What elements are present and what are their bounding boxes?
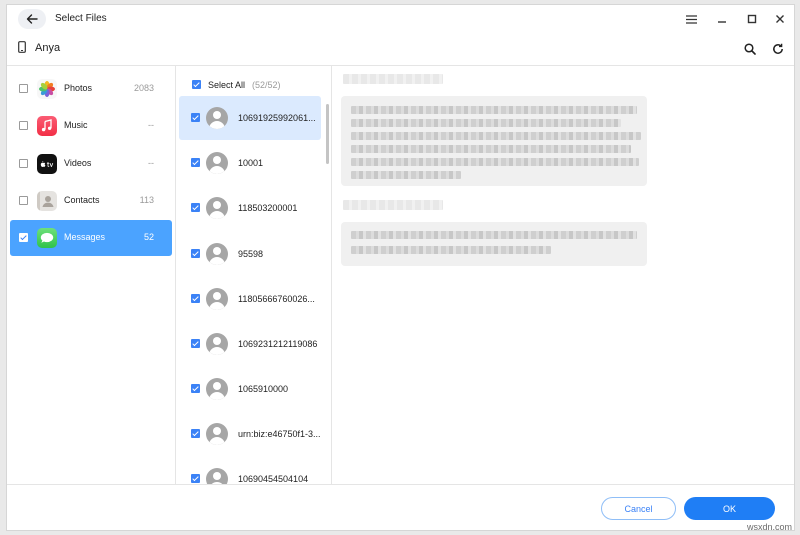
category-label: Videos [64,158,92,168]
select-all-row[interactable]: Select All (52/52) [176,72,331,94]
blurred-timestamp [343,200,443,210]
minimize-icon [718,21,726,23]
menu-button[interactable] [682,10,700,28]
select-files-window: Select Files Anya Photos 2083 Music -- V… [6,4,795,531]
contact-avatar-icon [206,107,228,129]
category-sidebar: Photos 2083 Music -- Videos -- Contacts … [7,66,176,484]
message-bubble [341,222,647,266]
conversation-name: 10690454504104 [238,474,309,484]
category-videos[interactable]: Videos -- [10,146,172,182]
cancel-button[interactable]: Cancel [601,497,676,520]
phone-icon [18,41,26,53]
conversation-name: 1069231212119086 [238,339,318,349]
select-all-label: Select All [208,80,246,90]
back-button[interactable] [18,9,46,29]
content-area: Photos 2083 Music -- Videos -- Contacts … [7,65,794,484]
ok-button[interactable]: OK [684,497,775,520]
close-button[interactable] [771,10,789,28]
minimize-button[interactable] [713,10,731,28]
messages-app-icon [37,228,57,248]
close-icon [776,15,784,23]
conversation-name: 11805666760026... [238,294,315,304]
contact-avatar-icon [206,243,228,265]
conversation-checkbox[interactable] [191,249,200,258]
device-bar: Anya [7,35,794,63]
conversation-checkbox[interactable] [191,203,200,212]
contact-avatar-icon [206,468,228,484]
contact-avatar-icon [206,423,228,445]
conversation-item[interactable]: 1065910000 [179,367,321,411]
maximize-button[interactable] [743,10,761,28]
contact-avatar-icon [206,288,228,310]
music-app-icon [37,116,57,136]
apple-tv-app-icon [37,154,57,174]
category-count: 52 [143,232,154,242]
category-music[interactable]: Music -- [10,108,172,144]
category-count: -- [148,158,154,168]
category-checkbox[interactable] [19,121,28,130]
category-label: Contacts [64,195,100,205]
select-all-checkbox[interactable] [192,80,201,89]
conversation-item[interactable]: 11805666760026... [179,277,321,321]
category-checkbox[interactable] [19,84,28,93]
search-button[interactable] [742,41,758,57]
conversation-checkbox[interactable] [191,429,200,438]
blurred-timestamp [343,74,443,84]
watermark-text: wsxdn.com [746,522,792,532]
conversation-item[interactable]: 10001 [179,141,321,185]
category-checkbox[interactable] [19,196,28,205]
conversation-name: 10001 [238,158,264,168]
category-messages[interactable]: Messages 52 [10,220,172,256]
category-label: Music [64,120,88,130]
category-label: Messages [64,232,106,242]
conversation-name: 95598 [238,249,264,259]
conversation-scrollbar[interactable] [326,104,329,164]
conversation-item[interactable]: 10691925992061... [179,96,321,140]
conversation-list: Select All (52/52) 10691925992061... 100… [176,66,332,484]
conversation-item[interactable]: 118503200001 [179,186,321,230]
conversation-name: 10691925992061... [238,113,316,123]
conversation-checkbox[interactable] [191,294,200,303]
conversation-checkbox[interactable] [191,158,200,167]
conversation-name: urn:biz:e46750f1-3... [238,429,321,439]
refresh-button[interactable] [770,41,786,57]
contact-avatar-icon [206,333,228,355]
message-preview [333,66,795,484]
category-checkbox[interactable] [19,159,28,168]
conversation-item[interactable]: 10690454504104 [179,457,321,484]
conversation-item[interactable]: 1069231212119086 [179,322,321,366]
contact-avatar-icon [206,378,228,400]
conversation-name: 1065910000 [238,384,289,394]
conversation-checkbox[interactable] [191,113,200,122]
hamburger-menu-icon [685,14,697,24]
category-label: Photos [64,83,93,93]
category-count: -- [148,120,154,130]
search-icon [744,43,756,55]
maximize-icon [747,14,757,24]
contacts-app-icon [37,191,57,211]
contact-avatar-icon [206,152,228,174]
device-name: Anya [35,42,61,54]
dialog-footer: Cancel OK [7,484,794,532]
category-count: 2083 [133,83,154,93]
category-photos[interactable]: Photos 2083 [10,71,172,107]
title-bar: Select Files [7,5,794,33]
select-all-count: (52/52) [252,80,281,90]
photos-app-icon [37,79,57,99]
conversation-checkbox[interactable] [191,384,200,393]
category-checkbox[interactable] [19,233,28,242]
window-title: Select Files [55,13,107,24]
arrow-left-icon [26,14,38,24]
refresh-icon [773,43,783,54]
conversation-item[interactable]: 95598 [179,232,321,276]
conversation-name: 118503200001 [238,203,298,213]
conversation-checkbox[interactable] [191,339,200,348]
conversation-checkbox[interactable] [191,474,200,483]
category-count: 113 [139,195,154,205]
conversation-item[interactable]: urn:biz:e46750f1-3... [179,412,321,456]
message-bubble [341,96,647,186]
contact-avatar-icon [206,197,228,219]
category-contacts[interactable]: Contacts 113 [10,183,172,219]
